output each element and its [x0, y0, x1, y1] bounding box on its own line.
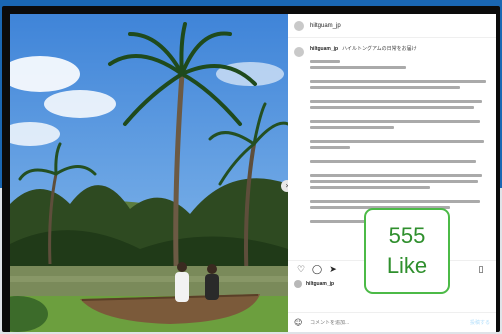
palm-trees-scene [10, 14, 288, 332]
post-photo: › [10, 14, 288, 332]
send-icon[interactable]: ➤ [326, 263, 340, 277]
caption-line [310, 180, 478, 183]
bookmark-icon[interactable]: ▯ [474, 263, 488, 277]
like-count: 555 [388, 223, 426, 248]
caption-line [310, 100, 482, 103]
caption-header: hiltguam_jp ハイルトングアムの日常をお届け [294, 46, 488, 57]
comment-row: ☺ 投稿する [288, 312, 496, 332]
caption-line [310, 106, 474, 109]
heart-icon[interactable]: ♡ [294, 263, 308, 277]
comment-icon[interactable]: ◯ [310, 263, 324, 277]
caption-line [310, 140, 484, 143]
post-comment-button[interactable]: 投稿する [470, 319, 490, 326]
caption-line [310, 60, 340, 63]
caption-line [310, 160, 476, 163]
caption-line [310, 80, 486, 83]
caption-avatar[interactable] [294, 47, 304, 57]
chevron-right-icon[interactable]: › [281, 180, 288, 192]
header-username[interactable]: hiltguam_jp [310, 23, 341, 29]
caption-body-blurred [310, 60, 488, 223]
caption-line [310, 120, 480, 123]
caption-line [310, 86, 460, 89]
avatar [294, 280, 302, 288]
post-header: hiltguam_jp [288, 14, 496, 38]
caption-line [310, 66, 406, 69]
caption-line [310, 174, 482, 177]
caption-first-line: ハイルトングアムの日常をお届け [342, 46, 417, 52]
comment-input[interactable] [310, 319, 430, 326]
caption-username[interactable]: hiltguam_jp [310, 46, 338, 52]
caption-line [310, 126, 394, 129]
likes-row: hiltguam_jp [294, 280, 334, 288]
like-count-callout: 555 Like [364, 208, 450, 294]
like-label: Like [386, 253, 428, 278]
caption-line [310, 200, 480, 203]
avatar[interactable] [294, 20, 304, 31]
caption-line [310, 186, 430, 189]
smile-icon[interactable]: ☺ [294, 318, 304, 328]
likes-text[interactable]: hiltguam_jp [306, 281, 334, 287]
caption-line [310, 220, 370, 223]
caption-line [310, 146, 350, 149]
likes-username[interactable]: hiltguam_jp [306, 281, 334, 287]
